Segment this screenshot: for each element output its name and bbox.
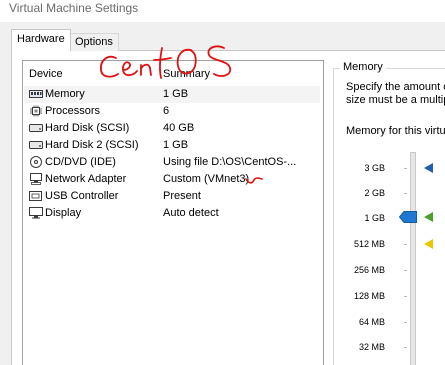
usb-icon (29, 190, 43, 202)
slider-tick-label: 1 GB (364, 213, 385, 223)
processor-icon (29, 105, 43, 117)
device-row-processors[interactable]: Processors 6 (24, 103, 320, 120)
memory-group-title: Memory (340, 61, 386, 73)
tab-hardware[interactable]: Hardware (11, 29, 71, 51)
slider-tick-label: 128 MB (353, 291, 385, 301)
memory-slider-thumb[interactable] (399, 211, 417, 223)
device-name: Display (45, 207, 82, 219)
handwritten-squiggle (245, 176, 263, 186)
device-row-memory[interactable]: Memory 1 GB (24, 86, 320, 103)
device-row-network-adapter[interactable]: Network Adapter Custom (VMnet3) (24, 171, 320, 188)
memory-slider-label: Memory for this virtu (346, 125, 445, 137)
guest-os-min-memory-marker-icon (424, 239, 433, 249)
device-name: USB Controller (45, 190, 119, 202)
device-row-hard-disk[interactable]: Hard Disk (SCSI) 40 GB (24, 120, 320, 137)
device-summary: 40 GB (163, 122, 195, 134)
device-name: Processors (45, 105, 101, 117)
slider-tick-label: 64 MB (358, 317, 385, 327)
max-recommended-memory-marker-icon (424, 163, 433, 173)
hard-disk-icon (29, 139, 43, 151)
device-name: Network Adapter (45, 173, 127, 185)
device-summary: Auto detect (163, 207, 219, 219)
cd-dvd-icon (29, 156, 43, 168)
display-icon (29, 207, 43, 219)
recommended-memory-marker-icon (424, 212, 433, 222)
column-header-device[interactable]: Device (29, 68, 63, 80)
handwritten-annotation-centos (96, 40, 246, 88)
slider-tick-mark (404, 193, 407, 194)
slider-tick-mark (404, 244, 407, 245)
slider-tick-mark (404, 322, 407, 323)
memory-description-line1: Specify the amount of (346, 81, 445, 93)
device-summary: 1 GB (163, 139, 189, 151)
device-row-hard-disk-2[interactable]: Hard Disk 2 (SCSI) 1 GB (24, 137, 320, 154)
device-summary: Present (163, 190, 201, 202)
slider-tick-label: 2 GB (364, 188, 385, 198)
slider-tick-mark (404, 168, 407, 169)
device-summary: 1 GB (163, 88, 189, 100)
device-name: Hard Disk (SCSI) (45, 122, 130, 134)
memory-icon (29, 88, 43, 100)
device-row-cd-dvd[interactable]: CD/DVD (IDE) Using file D:\OS\CentOS-... (24, 154, 320, 171)
slider-tick-label: 512 MB (353, 239, 385, 249)
device-summary: Custom (VMnet3) (163, 173, 250, 185)
slider-tick-label: 256 MB (353, 265, 385, 275)
slider-tick-label: 32 MB (358, 342, 385, 352)
device-row-display[interactable]: Display Auto detect (24, 205, 320, 222)
slider-tick-label: 3 GB (364, 163, 385, 173)
device-name: Memory (45, 88, 85, 100)
hard-disk-icon (29, 122, 43, 134)
memory-description-line2: size must be a multip (346, 94, 445, 106)
memory-slider-track[interactable] (410, 152, 416, 365)
device-summary: 6 (163, 105, 170, 117)
slider-tick-mark (404, 347, 407, 348)
device-summary: Using file D:\OS\CentOS-... (163, 156, 297, 168)
slider-tick-mark (404, 296, 407, 297)
device-name: CD/DVD (IDE) (45, 156, 116, 168)
slider-tick-mark (404, 270, 407, 271)
network-adapter-icon (29, 173, 43, 185)
window-title: Virtual Machine Settings (9, 1, 139, 15)
device-name: Hard Disk 2 (SCSI) (45, 139, 139, 151)
device-row-usb-controller[interactable]: USB Controller Present (24, 188, 320, 205)
